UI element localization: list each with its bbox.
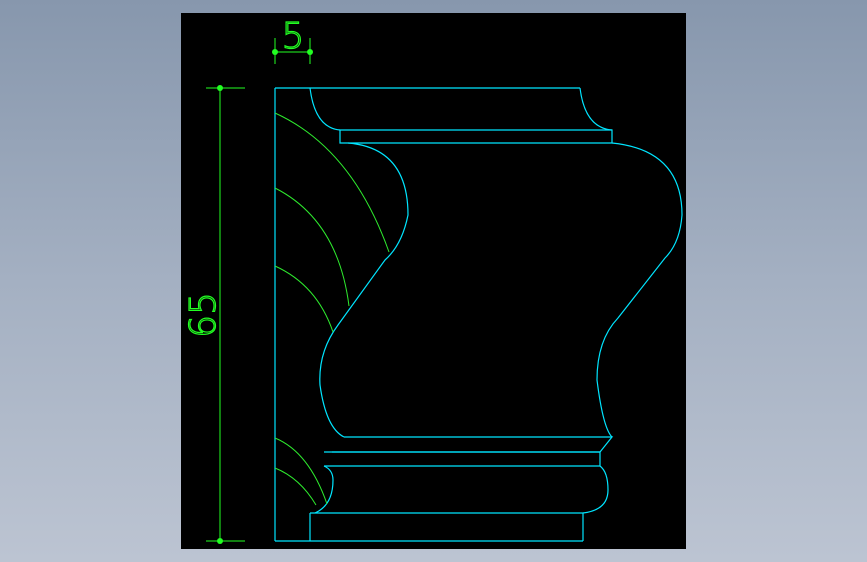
- top-fillet: [339, 129, 613, 144]
- width-dim-left-grip[interactable]: [272, 49, 278, 55]
- hatch-curve-3: [274, 265, 334, 333]
- hatch-curve-4: [274, 437, 328, 505]
- base-plinth: [309, 512, 584, 541]
- lower-left-torus: [314, 465, 334, 514]
- lower-fillet-1: [332, 436, 614, 453]
- top-cap-right-cove: [579, 87, 613, 131]
- width-dimension-label: 5: [282, 16, 305, 57]
- profile-drawing: 65 5: [182, 15, 683, 544]
- section-hatch: [274, 112, 390, 506]
- profile-outline: [274, 87, 683, 542]
- hatch-curve-5: [274, 467, 317, 506]
- upper-right-bulge: [596, 142, 683, 438]
- height-dim-top-grip[interactable]: [217, 85, 223, 91]
- cad-drawing-canvas[interactable]: 65 5: [181, 13, 686, 549]
- lower-right-torus: [582, 465, 609, 514]
- upper-left-bulge: [319, 142, 409, 438]
- hatch-curve-2: [274, 187, 350, 307]
- height-dimension-label: 65: [183, 292, 224, 338]
- width-dim-right-grip[interactable]: [307, 49, 313, 55]
- lower-fillet-2: [324, 451, 601, 467]
- top-cap-curve: [309, 87, 341, 131]
- height-dim-bottom-grip[interactable]: [217, 538, 223, 544]
- hatch-curve-1: [274, 112, 390, 253]
